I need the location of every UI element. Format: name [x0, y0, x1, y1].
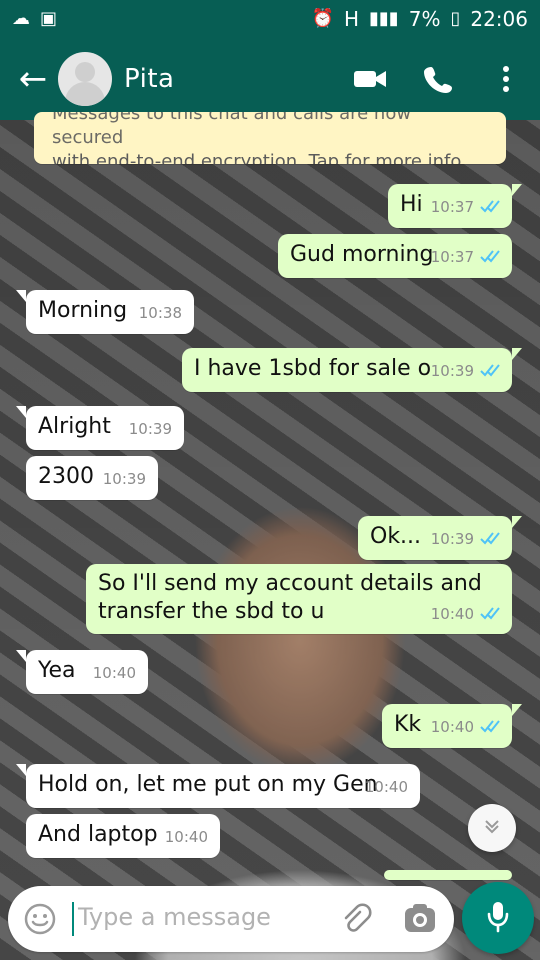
message-time: 10:37: [430, 198, 474, 216]
message-time: 10:39: [430, 362, 474, 380]
message-text: Hi: [400, 192, 423, 217]
message-meta: 10:40: [365, 772, 408, 802]
message-meta: 10:39: [103, 464, 146, 494]
mic-button[interactable]: [462, 882, 534, 954]
message-bubble[interactable]: Hi 10:37: [388, 184, 522, 228]
message-text: Ok...: [370, 524, 422, 549]
signal-icon: ▮▮▮: [369, 8, 399, 29]
avatar[interactable]: [58, 52, 112, 106]
encryption-line-1: Messages to this chat and calls are now …: [52, 112, 412, 148]
scroll-down-button[interactable]: [468, 804, 516, 852]
message-time: 10:39: [430, 530, 474, 548]
read-ticks-icon: [480, 532, 500, 546]
message-bubble[interactable]: Ok... 10:39: [358, 516, 522, 560]
message-text: So I'll send my account details and tran…: [98, 571, 482, 624]
battery-percent: 7%: [408, 7, 441, 31]
message-meta: 10:40: [431, 600, 500, 628]
message-text: Kk: [394, 712, 422, 737]
encryption-notice[interactable]: Messages to this chat and calls are now …: [34, 112, 506, 164]
message-time: 10:37: [430, 248, 474, 266]
image-icon: ▣: [40, 8, 58, 29]
message-meta: 10:38: [139, 298, 182, 328]
scroll-down-icon: [481, 815, 503, 841]
header-actions: [350, 59, 526, 99]
message-time: 10:38: [138, 304, 182, 322]
chat-area[interactable]: Messages to this chat and calls are now …: [0, 112, 540, 880]
status-right: ⏰ H ▮▮▮ 7% ▯ 22:06: [312, 7, 528, 31]
contact-name[interactable]: Pita: [124, 64, 174, 94]
message-time: 10:40: [164, 828, 208, 846]
video-call-icon[interactable]: [350, 59, 390, 99]
message-text: Gud morning: [290, 242, 434, 267]
message-text: Yea: [38, 658, 76, 683]
read-ticks-icon: [480, 607, 500, 621]
message-bubble-partial[interactable]: [384, 870, 512, 880]
back-arrow-icon[interactable]: ←: [14, 59, 52, 99]
message-meta: 10:40: [431, 712, 500, 742]
emoji-icon[interactable]: [24, 903, 56, 935]
status-time: 22:06: [470, 7, 528, 31]
more-vert-icon[interactable]: [486, 59, 526, 99]
message-meta: 10:40: [165, 822, 208, 852]
message-meta: 10:37: [431, 242, 500, 272]
camera-icon[interactable]: [402, 900, 438, 936]
message-time: 10:39: [102, 470, 146, 488]
message-text: And laptop: [38, 822, 158, 847]
cloud-icon: ☁: [12, 8, 30, 29]
read-ticks-icon: [480, 250, 500, 264]
message-time: 10:40: [430, 605, 474, 623]
encryption-line-2: with end-to-end encryption. Tap for more…: [52, 151, 467, 164]
message-bubble[interactable]: Morning 10:38: [16, 290, 194, 334]
message-meta: 10:40: [93, 658, 136, 688]
chat-header: ← Pita: [0, 38, 540, 120]
battery-icon: ▯: [450, 8, 461, 29]
message-placeholder: Type a message: [78, 903, 271, 931]
message-meta: 10:39: [431, 356, 500, 386]
message-bubble[interactable]: I have 1sbd for sale o 10:39: [182, 348, 522, 392]
status-left: ☁ ▣: [12, 10, 57, 28]
attach-icon[interactable]: [338, 902, 372, 936]
message-meta: 10:39: [129, 414, 172, 444]
message-time: 10:39: [128, 420, 172, 438]
message-time: 10:40: [430, 718, 474, 736]
message-bubble[interactable]: Gud morning 10:37: [278, 234, 512, 278]
message-bubble[interactable]: Hold on, let me put on my Gen 10:40: [16, 764, 420, 808]
message-meta: 10:37: [431, 192, 500, 222]
message-text: Alright: [38, 414, 111, 439]
message-text: 2300: [38, 464, 94, 489]
message-text: Morning: [38, 298, 128, 323]
message-bubble[interactable]: Yea 10:40: [16, 650, 148, 694]
text-cursor: [72, 902, 74, 936]
message-bubble[interactable]: Alright 10:39: [16, 406, 184, 450]
message-bubble[interactable]: Kk 10:40: [382, 704, 522, 748]
message-bubble[interactable]: 2300 10:39: [26, 456, 158, 500]
network-label: H: [343, 7, 359, 31]
read-ticks-icon: [480, 364, 500, 378]
message-text: Hold on, let me put on my Gen: [38, 772, 378, 797]
status-bar: ☁ ▣ ⏰ H ▮▮▮ 7% ▯ 22:06: [0, 0, 540, 38]
message-time: 10:40: [364, 778, 408, 796]
message-time: 10:40: [92, 664, 136, 682]
message-meta: 10:39: [431, 524, 500, 554]
message-text: I have 1sbd for sale o: [194, 356, 432, 381]
phone-icon[interactable]: [418, 59, 458, 99]
read-ticks-icon: [480, 200, 500, 214]
message-bubble[interactable]: And laptop 10:40: [26, 814, 220, 858]
message-bubble[interactable]: So I'll send my account details and tran…: [86, 564, 512, 634]
alarm-icon: ⏰: [311, 8, 334, 29]
read-ticks-icon: [480, 720, 500, 734]
mic-icon: [484, 899, 512, 937]
